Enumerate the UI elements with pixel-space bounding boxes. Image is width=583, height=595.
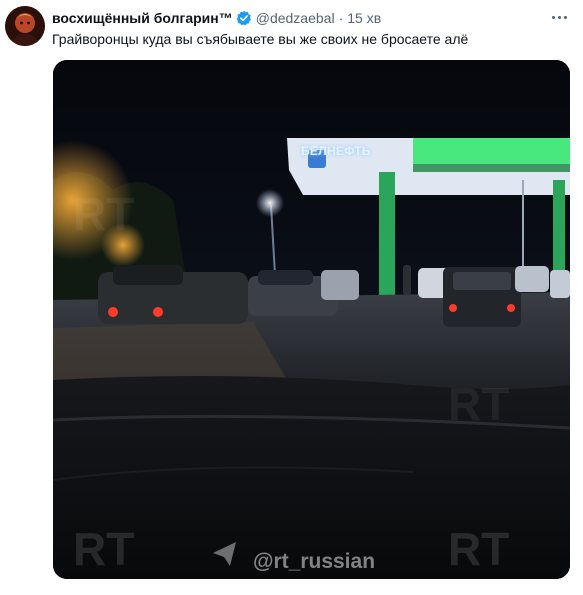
svg-text:RT: RT	[73, 188, 134, 240]
svg-text:RT: RT	[448, 378, 509, 430]
tweet-text: Грайворонцы куда вы съябываете вы же сво…	[52, 31, 469, 47]
display-name[interactable]: восхищённый болгарин™	[52, 10, 233, 26]
tweet: восхищённый болгарин™ @dedzaebal · 15 хв…	[0, 0, 583, 595]
svg-text:RT: RT	[73, 523, 134, 575]
avatar[interactable]	[5, 6, 45, 46]
verified-badge-icon	[236, 10, 252, 26]
timestamp[interactable]: 15 хв	[347, 10, 381, 26]
separator-dot: ·	[338, 10, 344, 26]
avatar-image	[5, 6, 45, 46]
tweet-actions-bar	[52, 590, 572, 595]
media-image: RT RT RT RT	[53, 60, 570, 579]
more-options-icon[interactable]	[549, 9, 569, 25]
tweet-media-video[interactable]: RT RT RT RT БЕЛНЕФТЬ @rt_russian	[53, 60, 570, 579]
user-handle[interactable]: @dedzaebal	[256, 10, 335, 26]
tweet-header: восхищённый болгарин™ @dedzaebal · 15 хв	[52, 8, 381, 28]
svg-text:RT: RT	[448, 523, 509, 575]
